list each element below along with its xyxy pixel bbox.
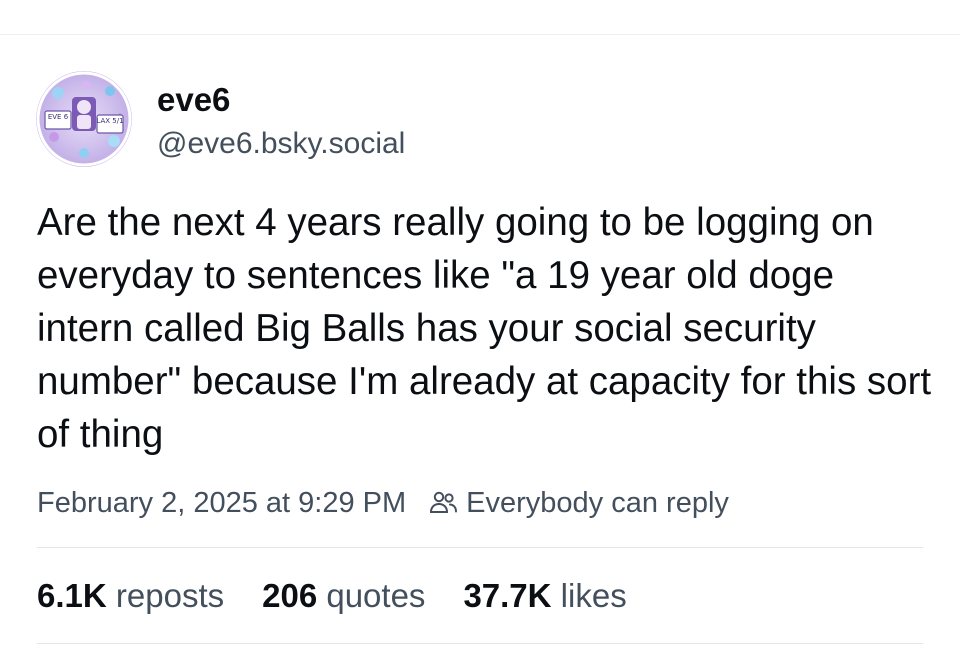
avatar[interactable]: EVE 6 LAX 5/1	[36, 71, 132, 167]
bottom-divider	[37, 643, 923, 644]
likes-count: 37.7K	[463, 577, 552, 614]
reposts-stat[interactable]: 6.1K reposts	[37, 577, 224, 615]
quotes-label: quotes	[326, 577, 426, 614]
top-divider	[0, 34, 960, 35]
reposts-count: 6.1K	[37, 577, 107, 614]
display-name[interactable]: eve6	[157, 80, 230, 120]
avatar-label-left: EVE 6	[48, 113, 69, 121]
likes-stat[interactable]: 37.7K likes	[463, 577, 626, 615]
divider	[37, 547, 923, 548]
avatar-label-right: LAX 5/1	[96, 117, 123, 125]
engagement-stats: 6.1K reposts 206 quotes 37.7K likes	[37, 576, 665, 616]
quotes-count: 206	[262, 577, 318, 614]
post-text: Are the next 4 years really going to be …	[37, 201, 932, 456]
people-icon	[428, 488, 458, 518]
likes-label: likes	[560, 577, 627, 614]
reply-setting: Everybody can reply	[466, 486, 729, 519]
quotes-stat[interactable]: 206 quotes	[262, 577, 425, 615]
handle[interactable]: @eve6.bsky.social	[157, 125, 405, 163]
reposts-label: reposts	[115, 577, 225, 614]
post-timestamp[interactable]: February 2, 2025 at 9:29 PM	[37, 487, 406, 520]
post-meta: February 2, 2025 at 9:29 PM Everybody ca…	[37, 484, 729, 522]
avatar-image: EVE 6 LAX 5/1	[36, 71, 132, 167]
